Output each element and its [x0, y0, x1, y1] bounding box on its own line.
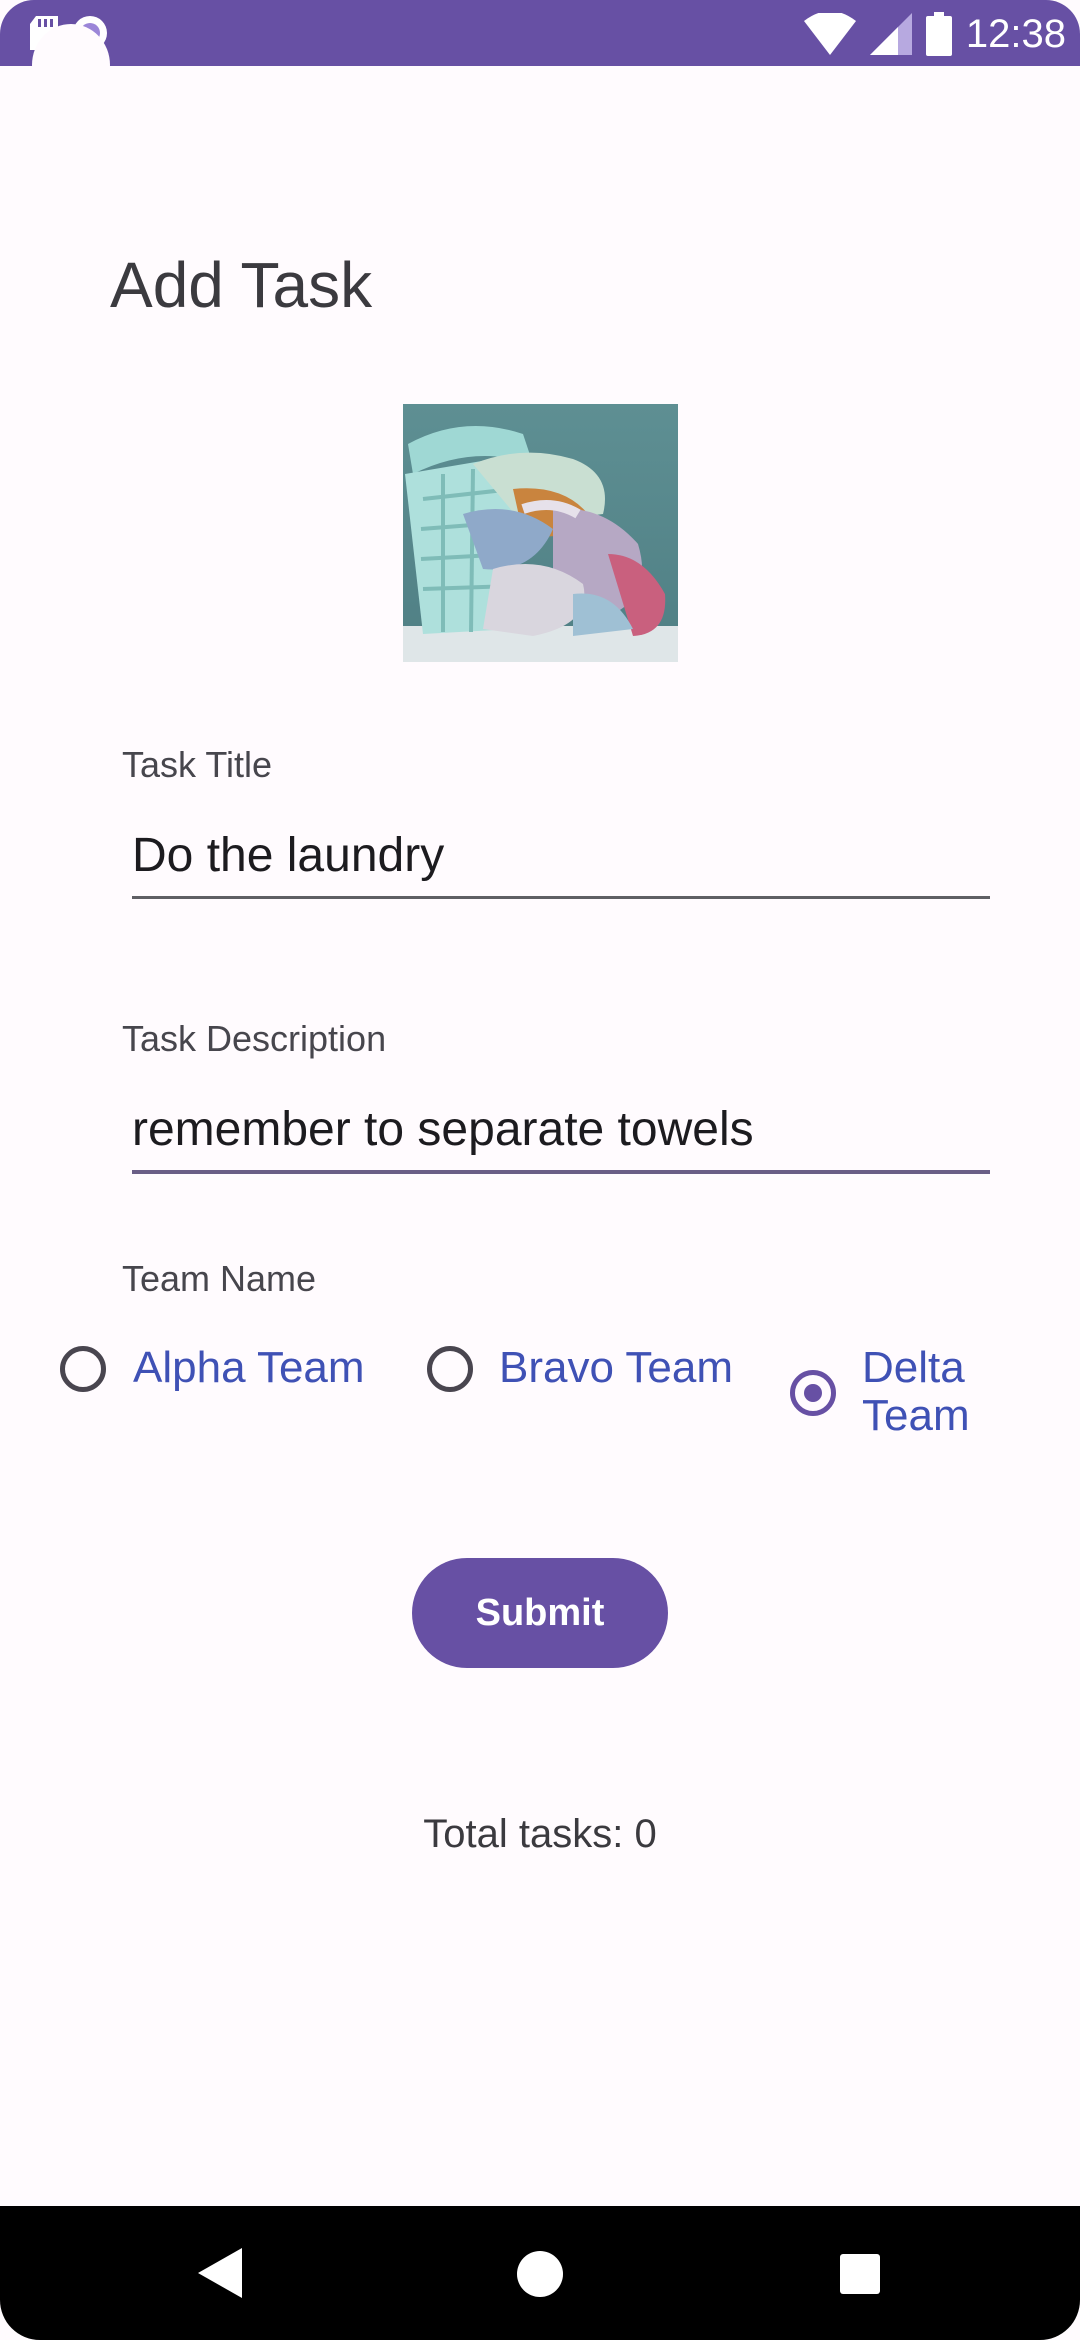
task-description-underline	[132, 1170, 990, 1174]
radio-label-bravo: Bravo Team	[499, 1343, 733, 1392]
radio-alpha-team[interactable]: Alpha Team	[60, 1343, 380, 1406]
radio-button-alpha[interactable]	[60, 1346, 106, 1392]
radio-selected-dot	[804, 1384, 822, 1402]
radio-delta-team[interactable]: Delta Team	[790, 1343, 990, 1446]
radio-button-delta[interactable]	[790, 1370, 836, 1416]
recents-icon[interactable]	[840, 2254, 880, 2294]
signal-icon	[869, 13, 912, 55]
navigation-bar	[0, 2206, 1080, 2340]
team-name-label: Team Name	[122, 1258, 317, 1299]
battery-icon	[925, 12, 952, 56]
radio-label-alpha: Alpha Team	[133, 1343, 365, 1392]
radio-button-bravo[interactable]	[427, 1346, 473, 1392]
camera-cutout	[32, 24, 110, 106]
task-title-input[interactable]	[132, 826, 990, 884]
laundry-basket-image	[403, 404, 678, 662]
radio-bravo-team[interactable]: Bravo Team	[427, 1343, 747, 1406]
status-right: 12:38	[803, 6, 1066, 62]
task-description-input[interactable]	[132, 1100, 990, 1158]
status-bar: 12:38	[0, 0, 1080, 66]
status-time: 12:38	[965, 11, 1066, 56]
submit-button[interactable]: Submit	[412, 1558, 668, 1668]
radio-label-delta: Delta Team	[862, 1343, 970, 1440]
task-title-underline	[132, 896, 990, 899]
back-icon[interactable]	[198, 2248, 242, 2298]
task-title-label: Task Title	[122, 744, 273, 785]
task-description-label: Task Description	[122, 1018, 387, 1059]
wifi-icon	[803, 13, 856, 55]
home-icon[interactable]	[516, 2250, 564, 2298]
total-tasks-text: Total tasks: 0	[423, 1812, 657, 1856]
task-image	[403, 404, 678, 662]
page-title: Add Task	[110, 249, 373, 321]
